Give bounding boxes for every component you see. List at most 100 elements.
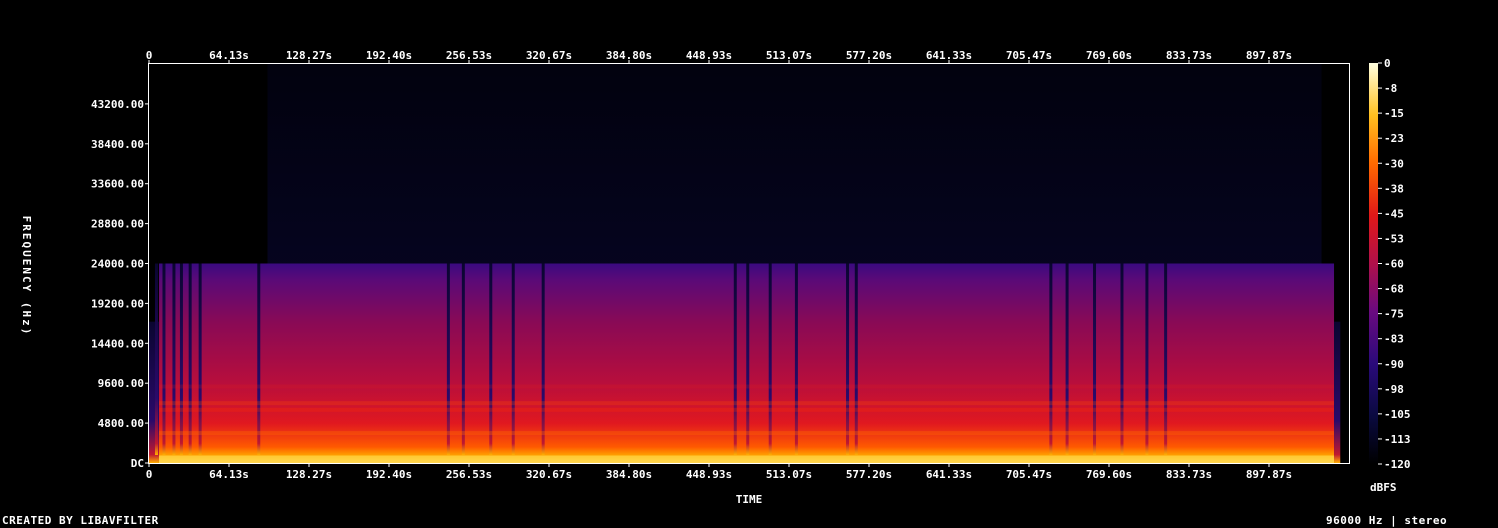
- x-tick-label-bottom: 256.53s: [446, 468, 492, 481]
- x-tick-label-bottom: 64.13s: [209, 468, 249, 481]
- audio-info-text: 96000 Hz | stereo: [1326, 514, 1448, 527]
- y-tick-label: 33600.00: [91, 178, 144, 191]
- energy-gap: [1164, 263, 1168, 455]
- x-tick-label-bottom: 705.47s: [1006, 468, 1052, 481]
- y-tick-label: 38400.00: [91, 138, 144, 151]
- x-tick-label-top: 0: [146, 49, 153, 62]
- colorbar-tick-label: 0: [1384, 57, 1391, 70]
- x-tick-label-top: 833.73s: [1166, 49, 1212, 62]
- colorbar-tick-label: -113: [1384, 433, 1411, 446]
- x-tick-label-top: 513.07s: [766, 49, 812, 62]
- y-tick-label: 28800.00: [91, 218, 144, 231]
- x-tick-label-bottom: 448.93s: [686, 468, 732, 481]
- energy-gap: [179, 263, 183, 455]
- x-tick-label-top: 769.60s: [1086, 49, 1132, 62]
- outro-fade: [1334, 321, 1341, 463]
- colorbar-unit-label: dBFS: [1370, 481, 1397, 494]
- x-tick-label-bottom: 577.20s: [846, 468, 892, 481]
- energy-gap: [154, 263, 158, 455]
- y-tick-label: 4800.00: [98, 417, 144, 430]
- x-tick-label-bottom: 641.33s: [926, 468, 972, 481]
- low-frequency-floor: [158, 455, 1335, 463]
- colorbar-tick-label: -45: [1384, 207, 1404, 220]
- energy-gap: [854, 263, 858, 455]
- x-tick-label-bottom: 513.07s: [766, 468, 812, 481]
- colorbar: [1369, 63, 1378, 464]
- x-tick-label-top: 641.33s: [926, 49, 972, 62]
- colorbar-tick-label: -60: [1384, 258, 1404, 271]
- colorbar-ticks: 0 -8 -15 -23 -30 -38 -45 -53 -60 -68 -75 -83 -90 -98 -…: [1378, 57, 1411, 471]
- x-tick-label-bottom: 897.87s: [1246, 468, 1292, 481]
- x-tick-label-top: 320.67s: [526, 49, 572, 62]
- x-ticks-bottom: 0 64.13s 128.27s 192.40s 256.53s 320.67s 384.8…: [146, 463, 1292, 481]
- energy-gap: [1065, 263, 1069, 455]
- y-ticks: DC 4800.00 9600.00 14400.00 19200.00 24000.00…: [91, 98, 149, 470]
- colorbar-tick-label: -38: [1384, 182, 1404, 195]
- colorbar-tick-label: -8: [1384, 82, 1397, 95]
- energy-gap: [768, 263, 772, 455]
- y-axis-label: FREQUENCY (Hz): [20, 216, 33, 337]
- spectrogram-chart: 0 64.13s 128.27s 192.40s 256.53s 320.67s 384.8…: [20, 49, 1411, 506]
- energy-gap: [541, 263, 545, 455]
- x-tick-label-bottom: 320.67s: [526, 468, 572, 481]
- colorbar-tick-label: -15: [1384, 107, 1404, 120]
- x-tick-label-bottom: 128.27s: [286, 468, 332, 481]
- energy-gap: [1145, 263, 1149, 455]
- energy-gap: [511, 263, 515, 455]
- energy-gap: [446, 263, 450, 455]
- energy-gap: [198, 263, 202, 455]
- y-tick-label: 43200.00: [91, 98, 144, 111]
- energy-gap: [846, 263, 850, 455]
- energy-gap: [1093, 263, 1097, 455]
- energy-gap: [1120, 263, 1124, 455]
- energy-gap: [172, 263, 176, 455]
- y-tick-label: 14400.00: [91, 337, 144, 350]
- energy-gap: [461, 263, 465, 455]
- energy-gap: [188, 263, 192, 455]
- x-tick-label-bottom: 833.73s: [1166, 468, 1212, 481]
- x-tick-label-top: 448.93s: [686, 49, 732, 62]
- y-tick-label: DC: [131, 457, 144, 470]
- x-tick-label-top: 897.87s: [1246, 49, 1292, 62]
- high-frequency-noise: [267, 64, 1322, 264]
- harmonic-band: [158, 384, 1335, 389]
- colorbar-tick-label: -53: [1384, 232, 1404, 245]
- x-tick-label-top: 384.80s: [606, 49, 652, 62]
- colorbar-tick-label: -75: [1384, 308, 1404, 321]
- x-axis-label: TIME: [736, 493, 763, 506]
- colorbar-tick-label: -30: [1384, 157, 1404, 170]
- energy-gap: [746, 263, 750, 455]
- x-tick-label-top: 705.47s: [1006, 49, 1052, 62]
- x-tick-label-top: 577.20s: [846, 49, 892, 62]
- x-tick-label-top: 128.27s: [286, 49, 332, 62]
- harmonic-band: [158, 431, 1335, 436]
- energy-gap: [489, 263, 493, 455]
- colorbar-tick-label: -120: [1384, 458, 1411, 471]
- energy-gap: [1049, 263, 1053, 455]
- harmonic-band: [158, 401, 1335, 406]
- x-tick-label-top: 192.40s: [366, 49, 412, 62]
- x-tick-label-top: 64.13s: [209, 49, 249, 62]
- colorbar-tick-label: -98: [1384, 383, 1404, 396]
- x-tick-label-bottom: 192.40s: [366, 468, 412, 481]
- y-tick-label: 19200.00: [91, 297, 144, 310]
- x-tick-label-bottom: 769.60s: [1086, 468, 1132, 481]
- x-tick-label-bottom: 0: [146, 468, 153, 481]
- colorbar-tick-label: -90: [1384, 358, 1404, 371]
- spectrogram-plot: [149, 64, 1349, 463]
- energy-gap: [162, 263, 166, 455]
- x-tick-label-top: 256.53s: [446, 49, 492, 62]
- x-ticks-top: 0 64.13s 128.27s 192.40s 256.53s 320.67s 384.8…: [146, 49, 1292, 64]
- colorbar-tick-label: -83: [1384, 333, 1404, 346]
- colorbar-tick-label: -23: [1384, 132, 1404, 145]
- harmonic-band: [158, 407, 1335, 412]
- colorbar-tick-label: -68: [1384, 283, 1404, 296]
- y-tick-label: 24000.00: [91, 258, 144, 271]
- colorbar-tick-label: -105: [1384, 408, 1411, 421]
- credit-text: CREATED BY LIBAVFILTER: [2, 514, 159, 527]
- energy-gap: [257, 263, 261, 455]
- energy-gap: [733, 263, 737, 455]
- energy-gap: [794, 263, 798, 455]
- y-tick-label: 9600.00: [98, 377, 144, 390]
- x-tick-label-bottom: 384.80s: [606, 468, 652, 481]
